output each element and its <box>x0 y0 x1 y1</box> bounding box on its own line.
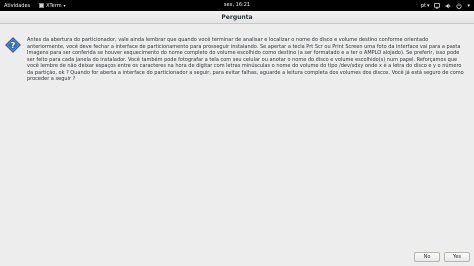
language-selector[interactable]: pt ▾ <box>421 3 430 9</box>
question-dialog: Pergunta ? Antes da abertura do particio… <box>0 11 474 266</box>
app-icon <box>39 3 45 8</box>
dialog-title: Pergunta <box>0 11 474 24</box>
dialog-buttons: No Yes <box>414 252 470 262</box>
language-label: pt <box>420 2 426 9</box>
top-panel: Atividades XTerm ▾ sex, 16:21 pt ▾ ▾ <box>0 0 474 11</box>
clock[interactable]: sex, 16:21 <box>224 2 250 8</box>
app-menu[interactable]: XTerm ▾ <box>39 2 66 9</box>
no-button[interactable]: No <box>414 252 440 262</box>
system-tray[interactable]: pt ▾ ▾ <box>421 0 470 11</box>
svg-text:?: ? <box>11 41 16 50</box>
chevron-down-icon: ▾ <box>63 3 66 8</box>
chevron-down-icon: ▾ <box>426 2 430 9</box>
network-icon <box>434 2 441 9</box>
dialog-content: ? Antes da abertura do particionador, va… <box>4 25 470 250</box>
question-icon: ? <box>5 37 21 53</box>
power-icon <box>456 2 462 9</box>
chevron-down-icon: ▾ <box>467 2 470 9</box>
yes-button[interactable]: Yes <box>444 252 470 262</box>
app-menu-label: XTerm <box>46 2 62 9</box>
dialog-message: Antes da abertura do particionador, vale… <box>27 37 464 82</box>
volume-icon <box>446 3 451 8</box>
activities-button[interactable]: Atividades <box>4 3 30 9</box>
